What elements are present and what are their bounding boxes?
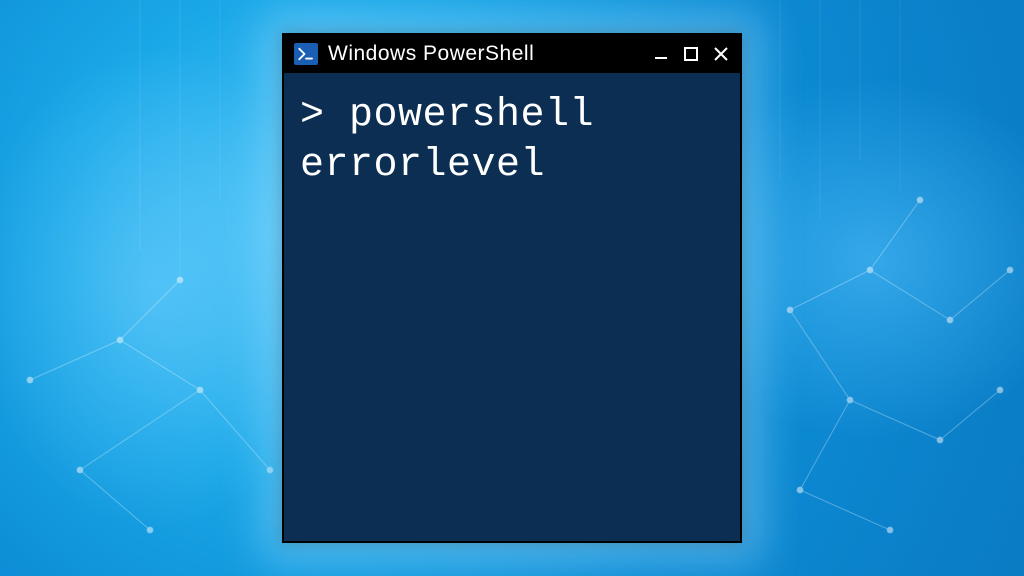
window-controls — [652, 45, 730, 63]
powershell-icon — [294, 43, 318, 65]
maximize-button[interactable] — [682, 45, 700, 63]
window-title: Windows PowerShell — [328, 42, 652, 66]
terminal-line-1: > powershell — [300, 91, 724, 141]
titlebar[interactable]: Windows PowerShell — [284, 35, 740, 73]
close-button[interactable] — [712, 45, 730, 63]
terminal-body[interactable]: > powershell errorlevel — [284, 73, 740, 209]
powershell-window: Windows PowerShell > powershell erro — [282, 33, 742, 543]
terminal-line-2: errorlevel — [300, 141, 724, 191]
minimize-button[interactable] — [652, 45, 670, 63]
